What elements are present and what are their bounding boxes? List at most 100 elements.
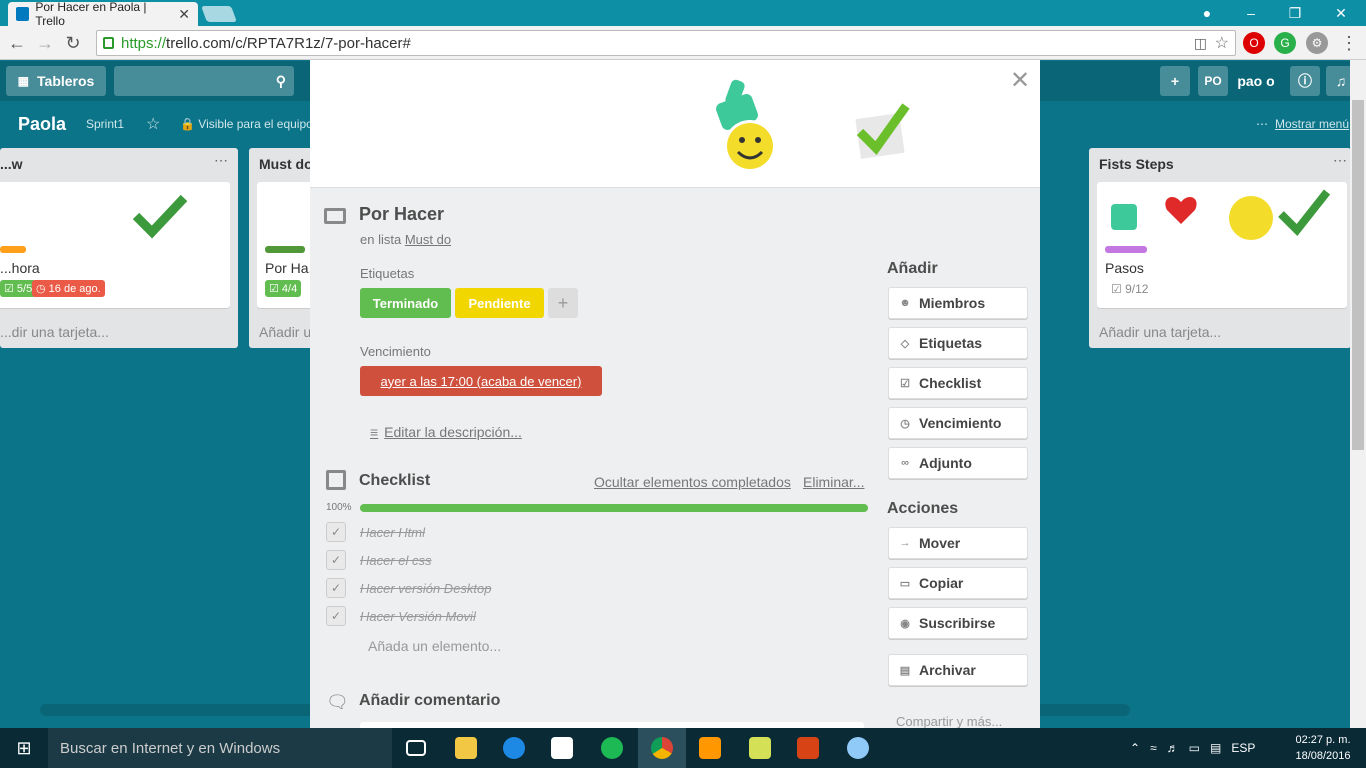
user-profile-icon[interactable]: ● (1184, 0, 1230, 26)
due-date-button[interactable]: ayer a las 17:00 (acaba de vencer) (360, 366, 602, 396)
back-icon[interactable]: ← (4, 30, 30, 56)
create-button[interactable]: + (1160, 66, 1190, 96)
file-explorer-icon[interactable] (442, 728, 490, 768)
checklist-title[interactable]: Checklist (359, 472, 430, 490)
list-title[interactable]: Fists Steps (1099, 156, 1174, 172)
card-detail-modal: ✕ Por Hacer en lista Must do Etiquetas T… (310, 60, 1040, 728)
paint-icon[interactable] (834, 728, 882, 768)
show-menu-link[interactable]: Mostrar menú (1275, 117, 1349, 131)
copy-button[interactable]: ▭ Copiar (888, 567, 1028, 599)
tools-extension-icon[interactable]: ⚙ (1306, 32, 1328, 54)
checklist-progress-bar (360, 504, 868, 512)
more-dots-icon[interactable]: ⋯ (1256, 117, 1268, 131)
checkmark-sticker-icon (132, 194, 188, 239)
bookmark-star-icon[interactable]: ☆ (1215, 33, 1229, 53)
checkbox-checked-icon[interactable]: ✓ (326, 522, 346, 542)
sublime-icon[interactable] (686, 728, 734, 768)
due-date-sidebar-button[interactable]: ◷ Vencimiento (888, 407, 1028, 439)
task-view-icon[interactable] (392, 728, 440, 768)
checklist-item-text[interactable]: Hacer versión Desktop (360, 581, 492, 596)
store-icon[interactable] (538, 728, 586, 768)
chrome-menu-icon[interactable]: ⋮ (1336, 30, 1362, 56)
chrome-icon[interactable] (638, 728, 686, 768)
boards-button[interactable]: ▦ Tableros (6, 66, 106, 96)
add-checklist-item[interactable]: Añada un elemento... (368, 638, 501, 654)
label-pendiente[interactable]: Pendiente (455, 288, 544, 318)
labels-button[interactable]: ◇ Etiquetas (888, 327, 1028, 359)
card-title[interactable]: Por Hacer (359, 204, 444, 225)
checklist-item[interactable]: ✓ Hacer el css (326, 549, 432, 571)
checklist-item-text[interactable]: Hacer Html (360, 525, 425, 540)
reload-icon[interactable]: ↻ (60, 30, 86, 56)
folder-icon[interactable] (736, 728, 784, 768)
page-vertical-scrollbar[interactable] (1350, 60, 1366, 728)
hide-completed-link[interactable]: Ocultar elementos completados (594, 474, 791, 490)
minimize-button[interactable]: – (1228, 0, 1274, 26)
spotify-icon[interactable] (588, 728, 636, 768)
info-icon[interactable]: ⓘ (1290, 66, 1320, 96)
url-scheme: https:// (121, 34, 167, 52)
green-extension-icon[interactable]: G (1274, 32, 1296, 54)
language-indicator[interactable]: ESP (1231, 741, 1255, 755)
opera-extension-icon[interactable]: O (1243, 32, 1265, 54)
checkbox-checked-icon[interactable]: ✓ (326, 606, 346, 626)
taskbar-search-input[interactable]: Buscar en Internet y en Windows (48, 728, 392, 768)
in-list-link[interactable]: Must do (405, 232, 451, 247)
clock[interactable]: 02:27 p. m. 18/08/2016 (1288, 732, 1358, 764)
attachment-button[interactable]: ∞ Adjunto (888, 447, 1028, 479)
list-title[interactable]: ...w (0, 156, 23, 172)
url-input[interactable]: https://trello.com/c/RPTA7R1z/7-por-hace… (96, 30, 1236, 56)
notification-center-icon[interactable]: ▤ (1210, 741, 1221, 755)
avatar[interactable]: PO (1198, 66, 1228, 96)
restore-button[interactable]: ❐ (1272, 0, 1318, 26)
new-tab-button[interactable] (201, 6, 237, 22)
wifi-icon[interactable]: ≈ (1150, 741, 1157, 755)
close-tab-icon[interactable]: ✕ (178, 6, 190, 23)
add-card-link[interactable]: ...dir una tarjeta... (0, 324, 109, 340)
chevron-up-icon[interactable]: ⌃ (1130, 741, 1140, 755)
checklist-item-text[interactable]: Hacer Versión Movil (360, 609, 476, 624)
forward-icon[interactable]: → (32, 30, 58, 56)
volume-icon[interactable]: ♬ (1167, 741, 1179, 755)
board-team[interactable]: Sprint1 (86, 117, 124, 131)
star-icon[interactable]: ☆ (146, 114, 160, 134)
close-window-button[interactable]: ✕ (1318, 0, 1364, 26)
browser-tab[interactable]: Por Hacer en Paola | Trello ✕ (8, 0, 198, 28)
list-column: ...w ⋯ ...hora ☑ 5/5 ◷ 16 de ago. ...dir… (0, 148, 238, 348)
list-menu-icon[interactable]: ⋯ (214, 152, 228, 169)
visibility-label[interactable]: 🔒 Visible para el equipo (180, 117, 313, 131)
search-input[interactable]: ⚲ (114, 66, 294, 96)
scrollbar-thumb[interactable] (1352, 100, 1364, 450)
paperclip-icon: ∞ (901, 457, 909, 469)
list-card[interactable]: Pasos ☑ 9/12 (1097, 182, 1347, 308)
archive-button[interactable]: ▤ Archivar (888, 654, 1028, 686)
close-modal-icon[interactable]: ✕ (1010, 66, 1030, 95)
checklist-button[interactable]: ☑ Checklist (888, 367, 1028, 399)
edit-description-link[interactable]: ≡ Editar la descripción... (370, 424, 522, 440)
list-card[interactable]: ...hora ☑ 5/5 ◷ 16 de ago. (0, 182, 230, 308)
share-more-link[interactable]: Compartir y más... (896, 714, 1002, 728)
username[interactable]: pao o (1230, 66, 1282, 96)
add-card-link[interactable]: Añadir una tarjeta... (1099, 324, 1221, 340)
move-button[interactable]: → Mover (888, 527, 1028, 559)
list-menu-icon[interactable]: ⋯ (1333, 152, 1347, 169)
edge-icon[interactable] (490, 728, 538, 768)
checklist-item[interactable]: ✓ Hacer Versión Movil (326, 605, 476, 627)
battery-icon[interactable]: ▭ (1189, 741, 1200, 755)
card-icon: ▭ (899, 577, 911, 590)
office-icon[interactable] (784, 728, 832, 768)
checkbox-checked-icon[interactable]: ✓ (326, 550, 346, 570)
add-label-button[interactable]: + (548, 288, 578, 318)
label-terminado[interactable]: Terminado (360, 288, 451, 318)
checklist-item[interactable]: ✓ Hacer Html (326, 521, 425, 543)
list-title[interactable]: Must do (259, 156, 313, 172)
translate-icon[interactable]: ◫ (1194, 35, 1207, 52)
checkbox-checked-icon[interactable]: ✓ (326, 578, 346, 598)
checklist-item[interactable]: ✓ Hacer versión Desktop (326, 577, 492, 599)
delete-checklist-link[interactable]: Eliminar... (803, 474, 864, 490)
windows-start-icon[interactable]: ⊞ (0, 728, 48, 768)
checklist-item-text[interactable]: Hacer el css (360, 553, 432, 568)
board-name[interactable]: Paola (18, 114, 66, 135)
members-button[interactable]: ☻ Miembros (888, 287, 1028, 319)
subscribe-button[interactable]: ◉ Suscribirse (888, 607, 1028, 639)
